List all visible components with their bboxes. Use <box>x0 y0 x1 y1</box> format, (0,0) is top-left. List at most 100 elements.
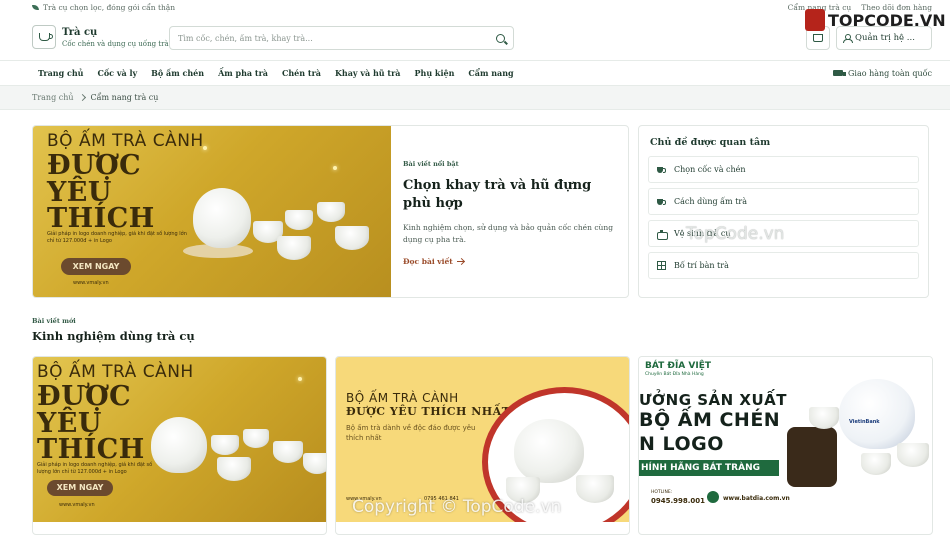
topics-heading: Chủ đề được quan tâm <box>650 137 771 148</box>
cup-icon <box>38 33 53 41</box>
banner-line-1: BỘ ẤM TRÀ CÀNH <box>346 391 459 405</box>
teacup-image <box>317 202 345 222</box>
product-tray-image <box>787 427 837 487</box>
nav-item-cups[interactable]: Cốc và ly <box>97 68 137 78</box>
featured-description: Kinh nghiệm chọn, sử dụng và bảo quản cố… <box>403 223 613 244</box>
copyright-watermark: Copyright © TopCode.vn <box>352 497 562 517</box>
banner-brand-sub: Chuyên Bát Đĩa Nhà Hàng <box>645 372 704 377</box>
topic-label: Chọn cốc và chén <box>674 165 746 174</box>
sparkle <box>203 146 207 150</box>
banner-url: www.vmaly.vn <box>73 280 109 286</box>
banner-button: XEM NGAY <box>47 480 113 496</box>
topic-label: Bố trí bàn trà <box>674 261 729 270</box>
nav-item-teapots[interactable]: Ấm pha trà <box>218 68 268 78</box>
brand-name: Trà cụ <box>62 26 98 38</box>
teacup-image <box>303 453 326 474</box>
teapot-image <box>839 379 915 449</box>
teacup-image <box>211 435 239 455</box>
search-input[interactable] <box>178 33 496 43</box>
banner-line-2: BỘ ẤM CHÉN <box>639 409 781 431</box>
teacup-image <box>217 457 251 481</box>
nav-item-tea-sets[interactable]: Bộ ấm chén <box>151 68 204 78</box>
shipping-text: Giao hàng toàn quốc <box>848 68 932 78</box>
featured-text: Bài viết nổi bật Chọn khay trà và hũ đựn… <box>391 126 628 297</box>
article-card[interactable]: BÁT ĐĨA VIỆT Chuyên Bát Đĩa Nhà Hàng ƯỞN… <box>638 356 933 535</box>
topic-label: Cách dùng ấm trà <box>674 197 747 206</box>
article-image[interactable]: BỘ ẤM TRÀ CÀNH ĐƯỢC YÊU THÍCH Giải pháp … <box>33 357 326 522</box>
banner-line-1: BỘ ẤM TRÀ CÀNH <box>37 362 194 382</box>
topcode-logo-text: TOPCODE.VN <box>828 10 946 30</box>
teacup-image <box>335 226 369 250</box>
shipping-info: Giao hàng toàn quốc <box>833 69 932 78</box>
brand-tagline: Cốc chén và dụng cụ uống trà <box>62 39 169 48</box>
banner-subtext: Bộ ấm trà dành về độc đáo được yêu thích… <box>346 424 476 442</box>
section-title: Kinh nghiệm dùng trà cụ <box>32 329 195 343</box>
teapot-image <box>193 188 251 248</box>
featured-title[interactable]: Chọn khay trà và hũ đựng phù hợp <box>403 177 616 213</box>
breadcrumb-home[interactable]: Trang chủ <box>32 93 74 102</box>
topcode-logo-icon <box>805 9 825 31</box>
user-icon <box>843 33 853 43</box>
banner-brand: BÁT ĐĨA VIỆT <box>645 361 711 371</box>
cup-icon <box>657 166 666 174</box>
topic-item-teapot-use[interactable]: Cách dùng ấm trà <box>648 188 919 215</box>
hotline-label: HOTLINE: <box>651 490 673 495</box>
banner-subtext: Giải pháp in logo doanh nghiệp, giá khi … <box>47 231 187 244</box>
sparkle <box>298 377 302 381</box>
brand[interactable]: Trà cụ Cốc chén và dụng cụ uống trà <box>62 27 169 48</box>
nav-item-home[interactable]: Trang chủ <box>38 68 83 78</box>
banner-line-2: ĐƯỢC YÊU THÍCH NHẤT <box>346 405 511 418</box>
top-strip-note: Trà cụ chọn lọc, đóng gói cẩn thận <box>32 3 175 12</box>
breadcrumb: Trang chủ Cẩm nang trà cụ <box>0 86 950 110</box>
grid-icon <box>657 261 666 270</box>
teacup-image <box>576 475 614 503</box>
logo[interactable] <box>32 25 56 49</box>
teapot-image <box>514 419 584 483</box>
banner-website: www.batdia.com.vn <box>723 495 790 502</box>
banner-line-1: ƯỞNG SẢN XUẤT <box>639 391 787 409</box>
teapot-image <box>151 417 207 473</box>
banner-button: XEM NGAY <box>61 258 131 275</box>
teacup-image <box>285 210 313 230</box>
truck-icon <box>833 70 847 76</box>
kettle-icon <box>657 229 668 240</box>
topcode-watermark: TOPCODE.VN <box>805 9 946 31</box>
arrow-right-icon <box>456 261 464 262</box>
teacup-image <box>809 407 839 429</box>
sparkle <box>333 166 337 170</box>
teacup-image <box>243 429 269 448</box>
read-article-label: Đọc bài viết <box>403 257 453 266</box>
article-image[interactable]: BÁT ĐĨA VIỆT Chuyên Bát Đĩa Nhà Hàng ƯỞN… <box>639 357 932 522</box>
article-card[interactable]: BỘ ẤM TRÀ CÀNH ĐƯỢC YÊU THÍCH Giải pháp … <box>32 356 327 535</box>
main-nav: Trang chủ Cốc và ly Bộ ấm chén Ấm pha tr… <box>0 60 950 86</box>
featured-image[interactable]: BỘ ẤM TRÀ CÀNH ĐƯỢC YÊU THÍCH Giải pháp … <box>33 126 391 297</box>
teacup-image <box>277 236 311 260</box>
banner-stripe: HÍNH HÃNG BÁT TRÀNG <box>639 460 779 476</box>
nav-item-guide[interactable]: Cẩm nang <box>468 68 513 78</box>
hotline-number: 0945.998.001 <box>651 497 706 505</box>
search-icon[interactable] <box>496 33 505 43</box>
banner-url: www.vmaly.vn <box>59 502 95 508</box>
breadcrumb-current: Cẩm nang trà cụ <box>90 93 159 102</box>
basket-icon <box>813 34 823 42</box>
read-article-link[interactable]: Đọc bài viết <box>403 257 464 266</box>
featured-kicker: Bài viết nổi bật <box>403 160 459 168</box>
banner-line-4: THÍCH <box>47 203 155 234</box>
topic-item-table-layout[interactable]: Bố trí bàn trà <box>648 252 919 279</box>
globe-icon <box>707 491 719 503</box>
leaf-icon <box>32 4 39 10</box>
cup-icon <box>657 198 666 206</box>
top-strip-text: Trà cụ chọn lọc, đóng gói cẩn thận <box>43 2 176 12</box>
nav-item-accessories[interactable]: Phụ kiện <box>414 68 454 78</box>
teacup-image <box>273 441 303 463</box>
banner-line-3: N LOGO <box>639 433 724 455</box>
center-watermark: TopCode.vn <box>686 224 785 244</box>
topics-panel: Chủ đề được quan tâm Chọn cốc và chén Cá… <box>638 125 929 298</box>
featured-article[interactable]: BỘ ẤM TRÀ CÀNH ĐƯỢC YÊU THÍCH Giải pháp … <box>32 125 629 298</box>
chevron-right-icon <box>78 93 86 102</box>
banner-line-1: BỘ ẤM TRÀ CÀNH <box>47 131 204 151</box>
nav-item-trays-jars[interactable]: Khay và hũ trà <box>335 68 401 78</box>
teapot-label: VietinBank <box>849 419 880 425</box>
nav-item-tea-cups[interactable]: Chén trà <box>282 68 321 78</box>
topic-item-cups[interactable]: Chọn cốc và chén <box>648 156 919 183</box>
